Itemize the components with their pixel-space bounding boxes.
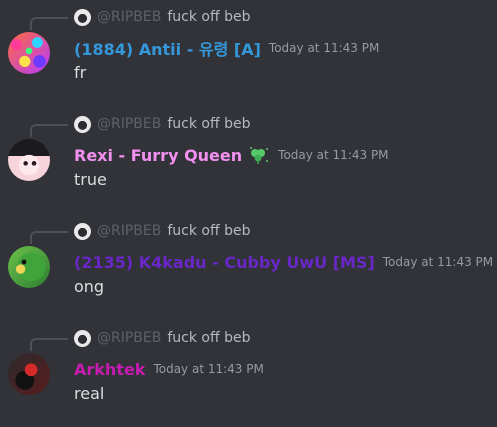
reply-spine (30, 338, 68, 351)
message-item[interactable]: @RIPBEB fuck off beb Arkhtek Today at 11… (0, 321, 497, 427)
message-content: true (74, 170, 107, 189)
author-name[interactable]: Rexi - Furry Queen (74, 146, 242, 165)
message-item[interactable]: @RIPBEB fuck off beb Rexi - Furry Queen … (0, 107, 497, 213)
timestamp[interactable]: Today at 11:43 PM (278, 148, 388, 162)
message-header: Arkhtek Today at 11:43 PM (74, 357, 264, 381)
author-name[interactable]: Arkhtek (74, 360, 145, 379)
reply-reference[interactable]: @RIPBEB fuck off beb (74, 222, 250, 240)
reply-avatar[interactable] (74, 115, 91, 133)
reply-author[interactable]: @RIPBEB (97, 330, 161, 346)
message-header: Rexi - Furry Queen Today at 11:43 PM (74, 143, 389, 167)
message-header: (2135) K4kadu - Cubby UwU [MS] Today at … (74, 250, 493, 274)
reply-author[interactable]: @RIPBEB (97, 9, 161, 25)
reply-avatar[interactable] (74, 329, 91, 347)
reply-avatar[interactable] (74, 222, 91, 240)
author-name[interactable]: (1884) Antii - 유령 [A] (74, 36, 261, 60)
reply-text[interactable]: fuck off beb (167, 330, 250, 346)
message-item[interactable]: @RIPBEB fuck off beb (1884) Antii - 유령 [… (0, 0, 497, 106)
clover-icon[interactable] (248, 146, 270, 164)
reply-avatar[interactable] (74, 8, 91, 26)
reply-text[interactable]: fuck off beb (167, 116, 250, 132)
reply-text[interactable]: fuck off beb (167, 223, 250, 239)
reply-author[interactable]: @RIPBEB (97, 116, 161, 132)
reply-reference[interactable]: @RIPBEB fuck off beb (74, 115, 250, 133)
message-content: fr (74, 63, 87, 82)
message-header: (1884) Antii - 유령 [A] Today at 11:43 PM (74, 36, 379, 60)
avatar[interactable] (8, 353, 50, 395)
reply-spine (30, 17, 68, 30)
message-item[interactable]: @RIPBEB fuck off beb (2135) K4kadu - Cub… (0, 214, 497, 320)
avatar[interactable] (8, 32, 50, 74)
timestamp[interactable]: Today at 11:43 PM (383, 255, 493, 269)
avatar[interactable] (8, 139, 50, 181)
message-content: real (74, 384, 105, 403)
timestamp[interactable]: Today at 11:43 PM (269, 41, 379, 55)
reply-spine (30, 124, 68, 137)
reply-text[interactable]: fuck off beb (167, 9, 250, 25)
timestamp[interactable]: Today at 11:43 PM (153, 362, 263, 376)
message-content: ong (74, 277, 105, 296)
reply-reference[interactable]: @RIPBEB fuck off beb (74, 8, 250, 26)
reply-spine (30, 231, 68, 244)
author-name[interactable]: (2135) K4kadu - Cubby UwU [MS] (74, 253, 375, 272)
reply-reference[interactable]: @RIPBEB fuck off beb (74, 329, 250, 347)
reply-author[interactable]: @RIPBEB (97, 223, 161, 239)
avatar[interactable] (8, 246, 50, 288)
